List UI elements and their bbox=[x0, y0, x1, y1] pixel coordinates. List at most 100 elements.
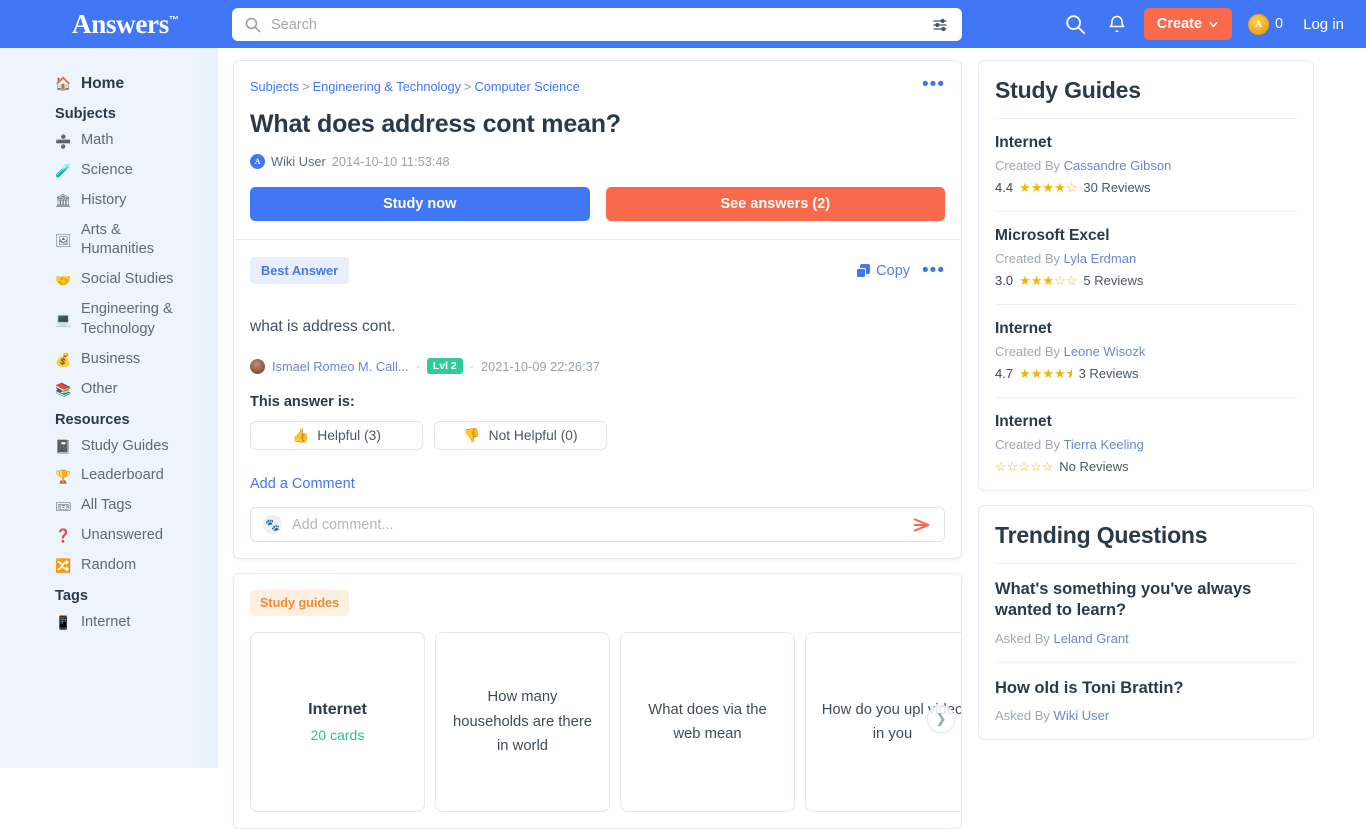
sidebar-item-history[interactable]: 🏛 History bbox=[0, 186, 218, 216]
trending-question-text[interactable]: How old is Toni Brattin? bbox=[995, 678, 1297, 699]
study-guide-name[interactable]: Internet bbox=[995, 413, 1297, 431]
trending-question-asker: Asked By Leland Grant bbox=[995, 631, 1297, 646]
copy-button[interactable]: Copy bbox=[856, 263, 910, 279]
comment-input-row[interactable]: 🐾 bbox=[250, 507, 945, 542]
sidebar-item-home[interactable]: 🏠 Home bbox=[0, 68, 218, 99]
send-arrow-icon[interactable] bbox=[912, 517, 932, 533]
breadcrumb-item-computer-science[interactable]: Computer Science bbox=[475, 79, 580, 94]
question-date: 2014-10-10 11:53:48 bbox=[331, 154, 450, 169]
study-guide-rating: 4.4 ★★★★☆ 30 Reviews bbox=[995, 180, 1297, 195]
rating-score: 4.7 bbox=[995, 366, 1014, 381]
breadcrumb-item-subjects[interactable]: Subjects bbox=[250, 79, 299, 94]
not-helpful-button[interactable]: 👎 Not Helpful (0) bbox=[434, 421, 607, 450]
sidebar-item-label: All Tags bbox=[81, 497, 132, 514]
sidebar-item-tag-internet[interactable]: 📱 Internet bbox=[0, 608, 218, 638]
sidebar-item-business[interactable]: 💰 Business bbox=[0, 345, 218, 375]
study-guide-list-item[interactable]: Internet Created By Tierra Keeling ☆☆☆☆☆… bbox=[995, 398, 1297, 474]
add-a-comment-link[interactable]: Add a Comment bbox=[250, 476, 355, 492]
answer-meta: Ismael Romeo M. Call... · Lvl 2 · 2021-1… bbox=[250, 358, 945, 374]
sidebar-item-all-tags[interactable]: 🎟 All Tags bbox=[0, 491, 218, 521]
creator-link[interactable]: Cassandre Gibson bbox=[1064, 158, 1172, 173]
study-now-button[interactable]: Study now bbox=[250, 187, 590, 221]
sidebar-item-label: Random bbox=[81, 556, 137, 573]
helpful-button[interactable]: 👍 Helpful (3) bbox=[250, 421, 423, 450]
creator-link[interactable]: Lyla Erdman bbox=[1064, 251, 1137, 266]
study-guide-name[interactable]: Microsoft Excel bbox=[995, 227, 1297, 245]
page-title: What does address cont mean? bbox=[250, 110, 621, 138]
study-guide-card[interactable]: What does via the web mean bbox=[620, 632, 795, 812]
question-author[interactable]: Wiki User bbox=[271, 154, 326, 169]
comment-input[interactable] bbox=[292, 516, 902, 533]
study-guide-name[interactable]: Internet bbox=[995, 320, 1297, 338]
helpful-label: Helpful (3) bbox=[317, 428, 381, 443]
study-guide-list-item[interactable]: Internet Created By Cassandre Gibson 4.4… bbox=[995, 119, 1297, 195]
top-header: Answers™ Create bbox=[0, 0, 1366, 48]
search-input[interactable] bbox=[271, 16, 932, 33]
study-guide-card-count: 20 cards bbox=[310, 727, 365, 743]
study-guide-card[interactable]: Internet 20 cards bbox=[250, 632, 425, 812]
sidebar-item-label: Math bbox=[81, 132, 114, 149]
sidebar-item-random[interactable]: 🔀 Random bbox=[0, 551, 218, 581]
sidebar-item-other[interactable]: 📚 Other bbox=[0, 375, 218, 405]
created-by-label: Created By bbox=[995, 437, 1061, 452]
study-guide-list-item[interactable]: Microsoft Excel Created By Lyla Erdman 3… bbox=[995, 212, 1297, 288]
study-guide-question: How many households are there in world bbox=[452, 689, 593, 755]
login-link[interactable]: Log in bbox=[1303, 16, 1344, 33]
review-count: 3 Reviews bbox=[1078, 366, 1139, 381]
sidebar-heading-subjects: Subjects bbox=[55, 106, 116, 123]
star-rating-icon: ★★★★☆ bbox=[1019, 180, 1078, 195]
see-answers-button[interactable]: See answers (2) bbox=[605, 187, 945, 221]
study-guide-card[interactable]: How many households are there in world bbox=[435, 632, 610, 812]
sidebar-item-label: Study Guides bbox=[81, 437, 169, 454]
breadcrumb-item-engineering[interactable]: Engineering & Technology bbox=[313, 79, 461, 94]
created-by-label: Created By bbox=[995, 251, 1061, 266]
review-count: 5 Reviews bbox=[1083, 273, 1144, 288]
sidebar-item-unanswered[interactable]: ❓ Unanswered bbox=[0, 521, 218, 551]
points-balance[interactable]: A 0 bbox=[1248, 13, 1283, 35]
rating-score: 4.4 bbox=[995, 180, 1014, 195]
asker-link[interactable]: Leland Grant bbox=[1054, 631, 1129, 646]
created-by-label: Created By bbox=[995, 158, 1061, 173]
star-rating-icon: ★★★★⯨ bbox=[1019, 366, 1073, 381]
creator-link[interactable]: Tierra Keeling bbox=[1063, 437, 1143, 452]
avatar: A bbox=[250, 154, 265, 169]
vote-row: 👍 Helpful (3) 👎 Not Helpful (0) bbox=[250, 421, 945, 450]
question-more-options-icon[interactable]: ••• bbox=[922, 75, 945, 94]
sidebar-item-science[interactable]: 🧪 Science bbox=[0, 156, 218, 186]
creator-link[interactable]: Leone Wisozk bbox=[1064, 344, 1146, 359]
study-guide-creator: Created By Leone Wisozk bbox=[995, 344, 1297, 359]
site-logo[interactable]: Answers™ bbox=[72, 9, 179, 40]
search-bar[interactable] bbox=[232, 8, 962, 41]
sidebar-item-math[interactable]: ➗ Math bbox=[0, 126, 218, 156]
answer-more-options-icon[interactable]: ••• bbox=[922, 261, 945, 280]
question-card: Subjects > Engineering & Technology > Comput… bbox=[233, 60, 962, 559]
breadcrumb-row: Subjects > Engineering & Technology > Comput… bbox=[250, 75, 945, 94]
sidebar-item-label: Engineering & Technology bbox=[81, 301, 173, 337]
answer-author[interactable]: Ismael Romeo M. Call... bbox=[272, 359, 409, 374]
header-search-button[interactable] bbox=[1054, 0, 1096, 48]
create-button[interactable]: Create bbox=[1143, 8, 1233, 40]
study-guide-list-item[interactable]: Internet Created By Leone Wisozk 4.7 ★★★… bbox=[995, 305, 1297, 381]
trending-question-text[interactable]: What's something you've always wanted to… bbox=[995, 579, 1297, 622]
created-by-label: Created By bbox=[995, 344, 1061, 359]
avatar: 🐾 bbox=[263, 515, 282, 534]
trending-question-item[interactable]: How old is Toni Brattin? Asked By Wiki U… bbox=[995, 663, 1297, 723]
chevron-right-icon[interactable]: ❯ bbox=[927, 705, 955, 733]
sidebar-item-leaderboard[interactable]: 🏆 Leaderboard bbox=[0, 461, 218, 491]
handshake-icon: 🤝 bbox=[55, 272, 72, 288]
notification-bell-icon[interactable] bbox=[1096, 0, 1138, 48]
shuffle-icon: 🔀 bbox=[55, 558, 72, 574]
study-guide-rating: 3.0 ★★★☆☆ 5 Reviews bbox=[995, 273, 1297, 288]
filter-sliders-icon[interactable] bbox=[932, 17, 948, 33]
trending-question-item[interactable]: What's something you've always wanted to… bbox=[995, 564, 1297, 646]
sidebar-item-engineering-technology[interactable]: 💻 Engineering & Technology bbox=[0, 295, 218, 345]
sidebar-item-arts-humanities[interactable]: 🖼 Arts & Humanities bbox=[0, 216, 218, 266]
asker-link[interactable]: Wiki User bbox=[1054, 708, 1110, 723]
study-guide-name[interactable]: Internet bbox=[995, 134, 1297, 152]
page-body: 🏠 Home Subjects ➗ Math 🧪 Science 🏛 Histo… bbox=[0, 48, 1366, 829]
sidebar-item-social-studies[interactable]: 🤝 Social Studies bbox=[0, 265, 218, 295]
star-rating-icon: ★★★☆☆ bbox=[1019, 273, 1078, 288]
sidebar-item-study-guides[interactable]: 📓 Study Guides bbox=[0, 432, 218, 462]
coin-icon: A bbox=[1248, 13, 1270, 35]
money-bag-icon: 💰 bbox=[55, 352, 72, 368]
